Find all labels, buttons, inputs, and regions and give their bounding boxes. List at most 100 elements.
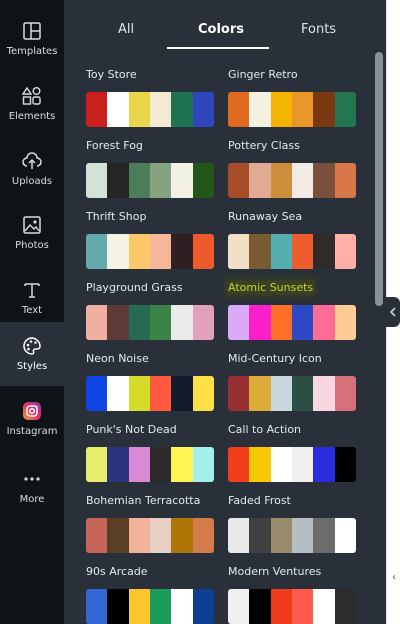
color-swatch[interactable] [128, 92, 150, 127]
sidebar-item-elements[interactable]: Elements [0, 72, 64, 136]
sidebar-item-uploads[interactable]: Uploads [0, 137, 64, 201]
color-swatch[interactable] [128, 234, 150, 269]
palette-card[interactable]: Modern Ventures [228, 565, 356, 624]
color-swatch[interactable] [228, 234, 250, 269]
collapse-panel-button[interactable] [385, 297, 400, 327]
color-swatch[interactable] [228, 163, 250, 198]
color-swatch[interactable] [171, 376, 193, 411]
palette-swatches[interactable] [228, 305, 356, 340]
color-swatch[interactable] [149, 376, 172, 411]
color-swatch[interactable] [228, 589, 250, 624]
palette-swatches[interactable] [228, 92, 356, 127]
color-swatch[interactable] [249, 447, 271, 482]
color-swatch[interactable] [270, 163, 292, 198]
color-swatch[interactable] [86, 163, 108, 198]
color-swatch[interactable] [270, 447, 292, 482]
color-swatch[interactable] [291, 518, 314, 553]
color-swatch[interactable] [128, 163, 150, 198]
color-swatch[interactable] [313, 234, 335, 269]
palette-card[interactable]: 90s Arcade [86, 565, 214, 624]
palette-swatches[interactable] [228, 589, 356, 624]
palette-swatches[interactable] [86, 92, 214, 127]
color-swatch[interactable] [291, 376, 314, 411]
color-swatch[interactable] [128, 589, 150, 624]
palette-card[interactable]: Playground Grass [86, 281, 214, 341]
sidebar-item-styles[interactable]: Styles [0, 322, 64, 386]
palette-swatches[interactable] [86, 234, 214, 269]
palette-swatches[interactable] [86, 305, 214, 340]
color-swatch[interactable] [192, 234, 214, 269]
color-swatch[interactable] [86, 376, 108, 411]
tab-fonts[interactable]: Fonts [301, 22, 336, 37]
color-swatch[interactable] [86, 589, 108, 624]
color-swatch[interactable] [192, 376, 214, 411]
color-swatch[interactable] [291, 447, 314, 482]
color-swatch[interactable] [128, 518, 150, 553]
color-swatch[interactable] [270, 234, 292, 269]
color-swatch[interactable] [249, 376, 271, 411]
color-swatch[interactable] [86, 234, 108, 269]
palette-swatches[interactable] [228, 163, 356, 198]
sidebar-item-photos[interactable]: Photos [0, 201, 64, 265]
color-swatch[interactable] [249, 92, 271, 127]
color-swatch[interactable] [128, 305, 150, 340]
palette-swatches[interactable] [86, 518, 214, 553]
palette-swatches[interactable] [86, 376, 214, 411]
tab-all[interactable]: All [118, 22, 134, 37]
color-swatch[interactable] [86, 518, 108, 553]
palette-card[interactable]: Thrift Shop [86, 210, 214, 270]
palette-card[interactable]: Atomic Sunsets [228, 281, 356, 341]
color-swatch[interactable] [334, 234, 356, 269]
color-swatch[interactable] [171, 518, 193, 553]
color-swatch[interactable] [270, 376, 292, 411]
color-swatch[interactable] [228, 305, 250, 340]
color-swatch[interactable] [149, 589, 172, 624]
color-swatch[interactable] [334, 92, 356, 127]
scrollbar[interactable] [375, 52, 383, 306]
color-swatch[interactable] [249, 163, 271, 198]
color-swatch[interactable] [171, 447, 193, 482]
color-swatch[interactable] [291, 234, 314, 269]
color-swatch[interactable] [291, 589, 314, 624]
sidebar-item-instagram[interactable]: Instagram [0, 387, 64, 451]
palette-swatches[interactable] [228, 376, 356, 411]
color-swatch[interactable] [192, 589, 214, 624]
color-swatch[interactable] [171, 305, 193, 340]
palette-card[interactable]: Neon Noise [86, 352, 214, 412]
palette-card[interactable]: Call to Action [228, 423, 356, 483]
color-swatch[interactable] [270, 589, 292, 624]
tab-colors[interactable]: Colors [198, 22, 244, 37]
palette-card[interactable]: Pottery Class [228, 139, 356, 199]
palette-card[interactable]: Toy Store [86, 68, 214, 128]
color-swatch[interactable] [128, 447, 150, 482]
color-swatch[interactable] [149, 163, 172, 198]
color-swatch[interactable] [249, 589, 271, 624]
color-swatch[interactable] [107, 447, 129, 482]
color-swatch[interactable] [107, 305, 129, 340]
palette-card[interactable]: Runaway Sea [228, 210, 356, 270]
color-swatch[interactable] [313, 447, 335, 482]
palette-swatches[interactable] [86, 163, 214, 198]
color-swatch[interactable] [107, 234, 129, 269]
color-swatch[interactable] [149, 518, 172, 553]
palette-swatches[interactable] [228, 234, 356, 269]
palette-card[interactable]: Forest Fog [86, 139, 214, 199]
sidebar-item-templates[interactable]: Templates [0, 7, 64, 71]
color-swatch[interactable] [334, 305, 356, 340]
color-swatch[interactable] [107, 92, 129, 127]
color-swatch[interactable] [192, 163, 214, 198]
color-swatch[interactable] [334, 163, 356, 198]
color-swatch[interactable] [107, 518, 129, 553]
color-swatch[interactable] [128, 376, 150, 411]
color-swatch[interactable] [192, 305, 214, 340]
color-swatch[interactable] [149, 447, 172, 482]
palette-card[interactable]: Faded Frost [228, 494, 356, 554]
palette-swatches[interactable] [86, 447, 214, 482]
color-swatch[interactable] [86, 305, 108, 340]
color-swatch[interactable] [313, 92, 335, 127]
color-swatch[interactable] [270, 92, 292, 127]
color-swatch[interactable] [334, 376, 356, 411]
palette-swatches[interactable] [228, 447, 356, 482]
color-swatch[interactable] [171, 92, 193, 127]
color-swatch[interactable] [313, 518, 335, 553]
